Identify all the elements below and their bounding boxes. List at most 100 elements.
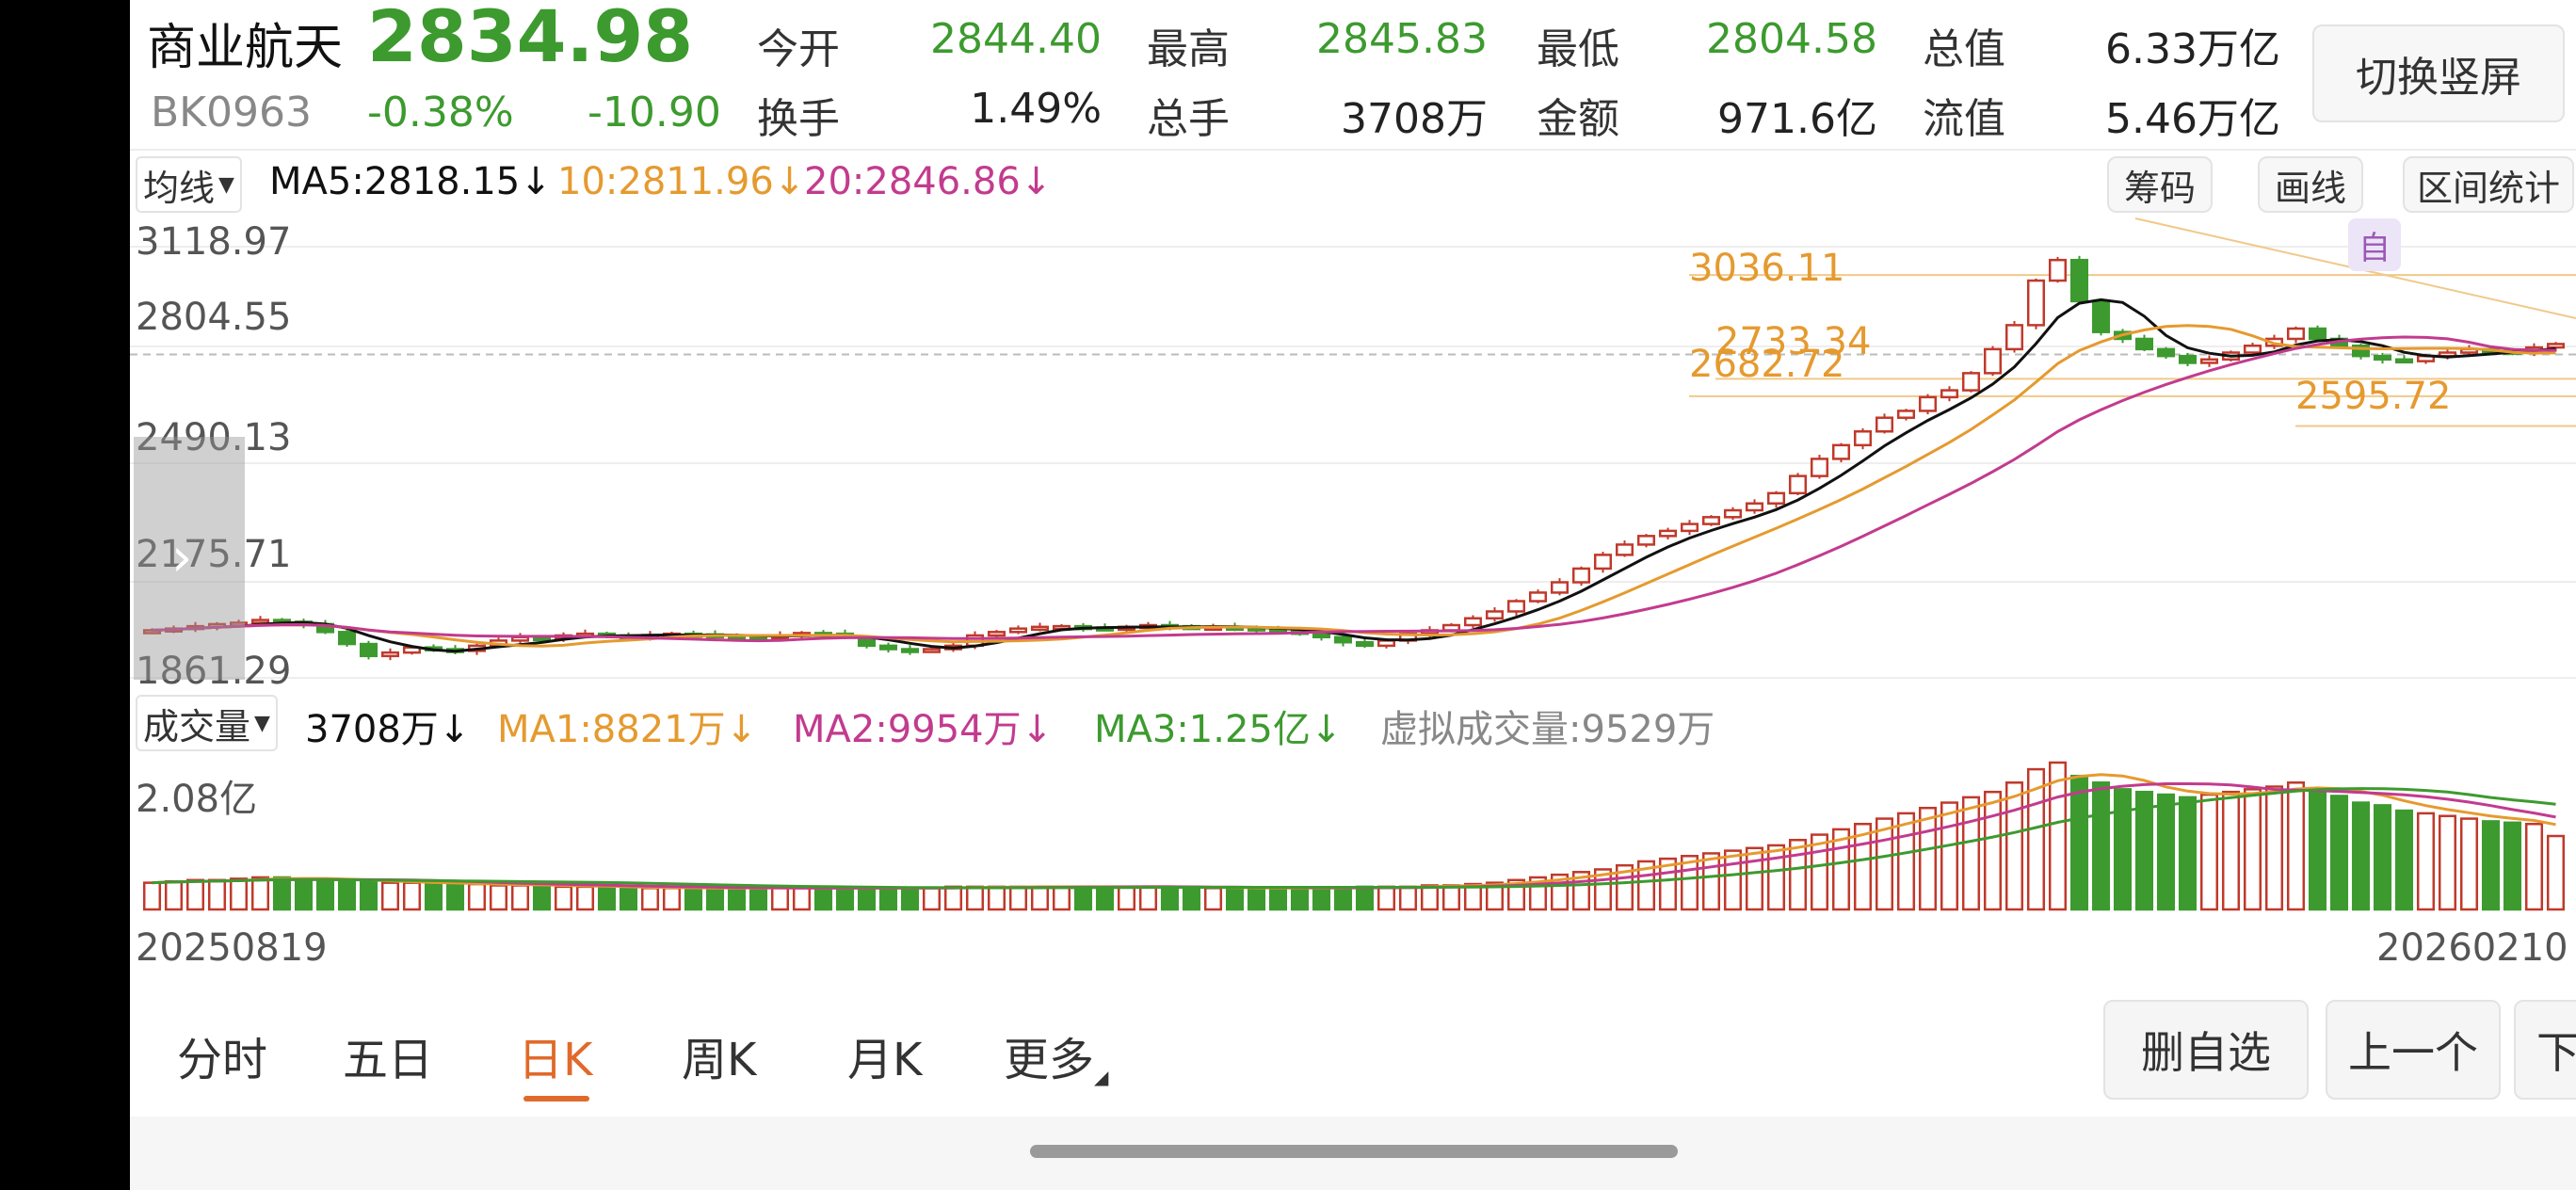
candle-body	[2026, 279, 2046, 327]
volume-bar	[1441, 884, 1461, 911]
tab-more[interactable]: 更多◢	[1004, 1022, 1108, 1088]
volume-bar	[2221, 790, 2241, 911]
ma10-line	[152, 324, 2556, 648]
volume-bar	[402, 881, 422, 911]
candle-body	[2178, 354, 2198, 364]
chips-button[interactable]: 筹码	[2107, 156, 2213, 213]
volume-bar	[185, 878, 205, 911]
candle-body	[1766, 491, 1786, 505]
ma10-value: 10:2811.96↓	[557, 160, 806, 203]
volume-bar	[2286, 781, 2306, 911]
tab-monthly-k[interactable]: 月K	[847, 1022, 922, 1088]
candle-body	[922, 648, 942, 653]
indicator-dropdown[interactable]: 均线 ▼	[136, 156, 242, 213]
volume-bar	[1766, 844, 1786, 911]
candle-body	[1571, 567, 1591, 584]
tab-daily-k[interactable]: 日K	[518, 1022, 592, 1088]
candle-body	[1918, 395, 1938, 412]
volume-bar	[1008, 885, 1028, 911]
candle-body	[2004, 324, 2024, 351]
remove-favorite-button[interactable]: 删自选	[2103, 1000, 2309, 1100]
stat-value-total-volume: 3708万	[1341, 95, 1488, 143]
candle-body	[987, 631, 1006, 637]
candle-body	[1940, 389, 1959, 399]
candle-body	[380, 651, 400, 658]
volume-chart-area[interactable]	[130, 757, 2576, 913]
stat-value-low: 2804.58	[1706, 15, 1877, 63]
candle-body	[1506, 600, 1526, 613]
volume-bar	[1203, 887, 1223, 911]
stat-label-total-volume: 总手	[1147, 95, 1230, 143]
volume-chart	[142, 761, 2566, 911]
previous-button[interactable]: 上一个	[2326, 1000, 2501, 1100]
candlestick-chart	[130, 217, 2576, 679]
home-indicator[interactable]	[1030, 1145, 1678, 1158]
volume-bar	[2438, 814, 2457, 911]
stat-value-high: 2845.83	[1316, 15, 1488, 63]
volume-bar	[835, 887, 855, 911]
chart-scroll-handle[interactable]: ›	[134, 437, 245, 680]
volume-bar	[1117, 885, 1136, 911]
volume-ma1: MA1:8821万↓	[497, 708, 758, 751]
volume-dropdown[interactable]: 成交量 ▼	[136, 695, 278, 751]
volume-bar	[640, 887, 660, 911]
volume-bar	[2113, 788, 2133, 911]
volume-bar	[2459, 817, 2479, 911]
candle-body	[1593, 554, 1613, 571]
stat-value-total-value: 6.33万亿	[2105, 25, 2280, 73]
stock-code: BK0963	[151, 88, 313, 137]
ma20-line	[152, 335, 2556, 643]
volume-bar	[467, 882, 487, 911]
volume-bar	[1138, 885, 1158, 911]
volume-bar	[2199, 793, 2219, 911]
current-price: 2834.98	[367, 0, 694, 78]
candle-body	[1658, 529, 1678, 538]
range-stats-button[interactable]: 区间统计	[2403, 156, 2574, 213]
volume-bar	[1333, 887, 1353, 911]
volume-bar	[1918, 806, 1938, 911]
volume-bar	[987, 885, 1006, 911]
volume-bar	[1030, 885, 1050, 911]
stat-value-open: 2844.40	[930, 15, 1102, 63]
volume-bar	[1355, 885, 1375, 911]
change-percent: -0.38%	[367, 88, 514, 137]
date-start: 20250819	[136, 926, 328, 970]
volume-dropdown-label: 成交量	[143, 705, 251, 748]
tab-five-day[interactable]: 五日	[343, 1022, 433, 1088]
candle-body	[1485, 610, 1505, 619]
stat-value-float-value: 5.46万亿	[2105, 95, 2280, 143]
candle-body	[1377, 639, 1396, 648]
switch-portrait-button[interactable]: 切换竖屏	[2312, 24, 2565, 122]
volume-bar	[489, 884, 508, 911]
stat-label-open: 今开	[757, 25, 840, 73]
volume-bar	[2416, 812, 2436, 911]
volume-bar	[2524, 822, 2544, 911]
volume-bar	[2351, 801, 2371, 911]
stat-label-high: 最高	[1147, 25, 1230, 73]
volume-bar	[2069, 774, 2089, 911]
volume-bar	[749, 887, 768, 911]
caret-down-icon: ▼	[254, 711, 270, 735]
volume-bar	[272, 876, 292, 911]
next-button[interactable]: 下一个	[2514, 1000, 2576, 1100]
price-chart-area[interactable]	[130, 215, 2576, 689]
volume-bar	[1225, 887, 1245, 911]
ma20-value: 20:2846.86↓	[804, 160, 1053, 203]
tab-intraday[interactable]: 分时	[177, 1022, 267, 1088]
candle-body	[1701, 516, 1721, 525]
stat-label-amount: 金额	[1537, 95, 1619, 143]
volume-bar	[1723, 849, 1743, 911]
candle-body	[2048, 258, 2068, 282]
stat-label-total-value: 总值	[1923, 25, 2005, 73]
tab-weekly-k[interactable]: 周K	[682, 1022, 756, 1088]
draw-line-button[interactable]: 画线	[2258, 156, 2363, 213]
candle-body	[1615, 543, 1634, 556]
volume-bar	[250, 876, 270, 911]
candle-body	[1550, 581, 1570, 594]
self-select-tag[interactable]: 自	[2348, 218, 2401, 271]
volume-bar	[575, 885, 595, 911]
candle-body	[337, 631, 357, 646]
volume-bar	[337, 879, 357, 911]
chevron-right-icon: ›	[171, 527, 193, 588]
volume-bar	[294, 877, 314, 911]
